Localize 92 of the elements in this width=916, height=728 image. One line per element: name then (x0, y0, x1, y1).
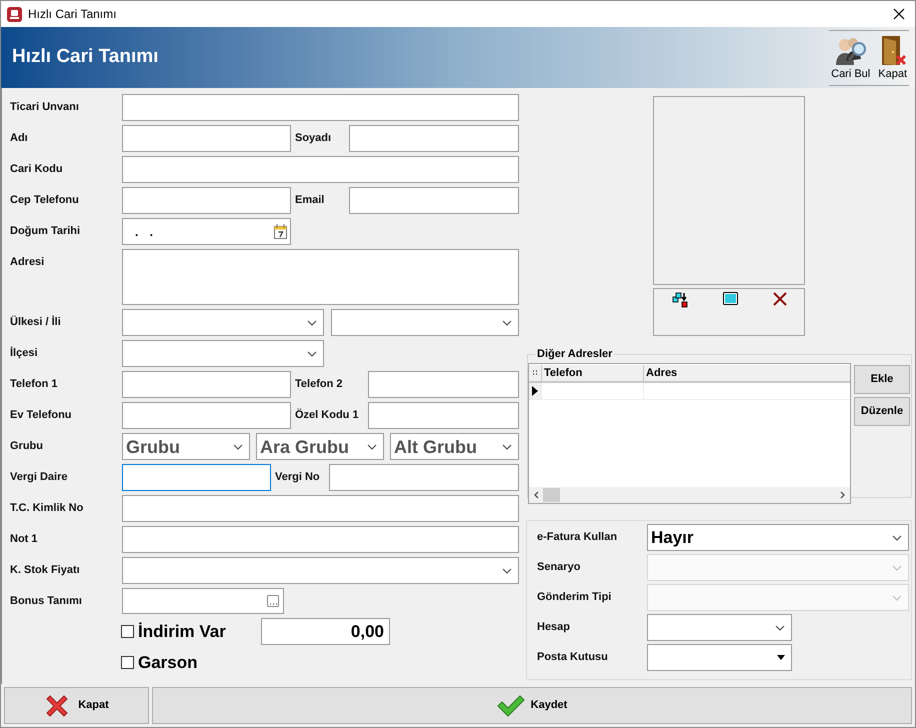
chevron-down-icon (892, 594, 902, 600)
window-title: Hızlı Cari Tanımı (28, 6, 116, 23)
dropdown-field[interactable] (122, 309, 324, 336)
app-icon (7, 6, 22, 22)
chevron-down-icon (233, 444, 243, 450)
field-label: e-Fatura Kullan (537, 530, 618, 545)
dropdown-field[interactable]: Ara Grubu (256, 433, 384, 460)
field-label: Cep Telefonu (10, 193, 80, 208)
field-label: Gönderim Tipi (537, 590, 612, 605)
chevron-down-icon (307, 320, 317, 326)
text-field[interactable] (122, 526, 519, 553)
chevron-down-icon (367, 444, 377, 450)
close-icon (44, 692, 70, 718)
close-icon[interactable] (893, 8, 905, 20)
chevron-down-icon (892, 564, 902, 570)
text-field[interactable] (122, 464, 271, 491)
field-label: Cari Kodu (10, 162, 64, 178)
close-button[interactable]: Kapat (4, 687, 149, 724)
text-field[interactable] (368, 371, 519, 398)
scroll-thumb[interactable] (543, 488, 560, 502)
field-label: T.C. Kimlik No (10, 501, 84, 516)
text-field[interactable] (349, 125, 519, 152)
text-field[interactable] (122, 402, 291, 429)
field-label: K. Stok Fiyatı (10, 563, 81, 578)
caret-down-icon (777, 655, 785, 660)
field-label: Bonus Tanımı (10, 594, 83, 609)
check-icon (496, 694, 525, 718)
page-title: Hızlı Cari Tanımı (12, 45, 158, 70)
address-field[interactable] (122, 249, 519, 305)
ellipsis-icon[interactable] (267, 595, 279, 607)
text-field[interactable] (122, 371, 291, 398)
chevron-down-icon (502, 444, 512, 450)
text-field[interactable] (368, 402, 519, 429)
text-field[interactable] (329, 464, 519, 491)
dropdown-field[interactable] (331, 309, 519, 336)
field-label: Doğum Tarihi (10, 224, 82, 240)
amount-field[interactable]: 0,00 (261, 618, 390, 645)
dropdown-field[interactable]: Hayır (647, 524, 909, 551)
field-label: Grubu (10, 439, 44, 454)
screen-icon[interactable] (722, 292, 738, 306)
grid-action-button[interactable]: Ekle (854, 364, 910, 394)
toolbar-button[interactable]: Cari Bul (829, 34, 872, 80)
dropdown-field[interactable]: Grubu (122, 433, 250, 460)
field-label: Adı (10, 131, 29, 146)
field-label: Adresi (10, 255, 46, 270)
field-label: Ülkesi / İli (10, 314, 62, 330)
lookup-field[interactable] (122, 588, 284, 614)
checkbox[interactable]: Garson (121, 654, 198, 671)
text-field[interactable] (349, 187, 519, 214)
dropdown-field[interactable]: Alt Grubu (390, 433, 519, 460)
text-field[interactable] (122, 187, 291, 214)
toolbar-button[interactable]: Kapat (876, 34, 909, 80)
horizontal-scrollbar[interactable] (529, 486, 850, 502)
field-label: Ev Telefonu (10, 408, 73, 424)
scroll-left-icon[interactable] (533, 490, 539, 498)
text-field[interactable] (122, 156, 519, 183)
chevron-down-icon (892, 534, 902, 540)
field-label: Email (295, 193, 326, 208)
column-header[interactable]: Adres (643, 364, 850, 380)
calendar-icon[interactable] (274, 224, 287, 239)
dropdown-field[interactable] (647, 614, 792, 641)
scroll-right-icon[interactable] (840, 490, 846, 498)
field-label: Telefon 2 (295, 377, 344, 392)
field-label: Posta Kutusu (537, 650, 609, 665)
field-label: Senaryo (537, 560, 582, 575)
field-label: Hesap (537, 620, 572, 635)
chevron-down-icon (502, 568, 512, 574)
field-label: Ticari Unvanı (10, 100, 80, 116)
save-button[interactable]: Kaydet (152, 687, 912, 724)
field-label: Not 1 (10, 532, 38, 548)
date-field[interactable]: . . (122, 218, 291, 245)
field-label: İlçesi (10, 346, 39, 362)
chevron-down-icon (307, 350, 317, 356)
field-label: Özel Kodu 1 (295, 408, 360, 424)
dropdown-field[interactable] (122, 557, 519, 584)
chevron-down-icon (775, 624, 785, 630)
field-label: Vergi Daire (10, 470, 68, 486)
checkbox[interactable]: İndirim Var (121, 623, 261, 640)
field-label: Telefon 1 (10, 377, 58, 392)
grid-action-button[interactable]: Düzenle (854, 396, 910, 426)
squares-arrow-icon[interactable] (672, 292, 688, 308)
text-field[interactable] (122, 94, 519, 121)
field-label: Soyadı (295, 131, 332, 146)
text-field[interactable] (122, 125, 291, 152)
column-header[interactable]: Telefon (541, 364, 643, 380)
text-field[interactable] (122, 495, 519, 522)
dropdown-field[interactable] (647, 644, 792, 671)
group-title: Diğer Adresler (536, 347, 614, 362)
dropdown-field[interactable] (122, 340, 324, 367)
field-label: Vergi No (275, 470, 321, 486)
delete-icon[interactable] (772, 292, 786, 306)
chevron-down-icon (502, 320, 512, 326)
